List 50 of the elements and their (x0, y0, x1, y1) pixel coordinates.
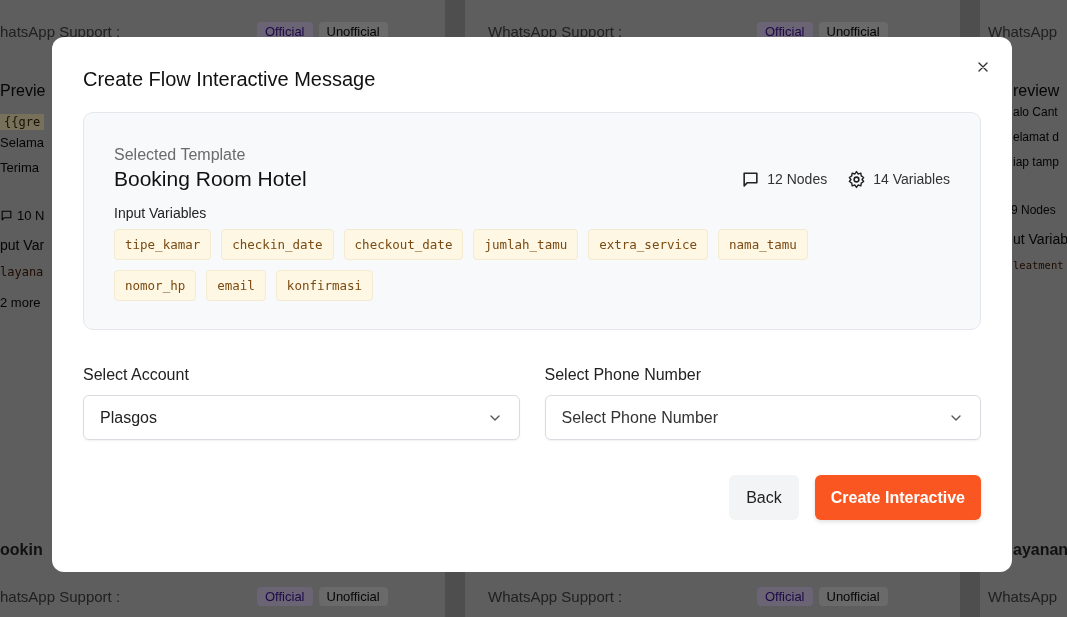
variable-tag: konfirmasi (275, 270, 374, 301)
card-title: ookin (0, 541, 43, 559)
variable-tag: jumlah_tamu (473, 229, 579, 260)
select-field[interactable]: Select Phone Number (544, 395, 981, 440)
gear-icon (847, 169, 867, 189)
code-text: {{gre (0, 114, 45, 130)
support-label: WhatsApp Support : (488, 22, 624, 40)
preview-text: Selama (0, 134, 45, 152)
chat-icon (0, 209, 13, 222)
variable-tag: tipe_kamar (114, 229, 212, 260)
card-title: ayanan (1013, 541, 1067, 559)
section-label: ut Variab (1013, 231, 1067, 247)
support-label: hatsApp Support : (0, 22, 122, 40)
chat-icon (741, 169, 761, 189)
variable-tag: extra_service (588, 229, 709, 260)
variable-tag: email (206, 270, 266, 301)
section-heading: Previe (0, 82, 46, 100)
stat-text: 12 Nodes (767, 171, 828, 187)
preview-text: elamat d (1013, 129, 1060, 146)
variable-tag: layana (0, 265, 44, 279)
stat-text: 14 Variables (873, 171, 950, 187)
preview-text: iap tamp (1013, 154, 1060, 171)
nodes-count: 9 Nodes (1011, 203, 1056, 217)
support-label: WhatsApp (988, 22, 1059, 40)
type-tag: Official (257, 586, 313, 606)
select-field[interactable]: Plasgos (83, 395, 520, 440)
variable-tag: checkout_date (343, 229, 464, 260)
card-caption: Selected Template (114, 146, 247, 164)
field-label: Select Account (83, 366, 190, 384)
variable-tag: nomor_hp (114, 270, 197, 301)
variable-tag: leatment (1013, 259, 1064, 271)
more-text: 2 more (0, 295, 41, 310)
section-label: Input Variables (114, 205, 208, 221)
variable-tag: nama_tamu (718, 229, 808, 260)
section-label: put Var (0, 237, 45, 253)
type-tag: Unofficial (318, 586, 388, 606)
variable-tag: checkin_date (221, 229, 334, 260)
type-tag: Unofficial (818, 586, 888, 606)
type-tag: Official (757, 586, 813, 606)
preview-text: Terima (0, 159, 39, 177)
back-button[interactable]: Back (729, 475, 799, 520)
nodes-count: 10 N (17, 208, 45, 223)
section-heading: review (1013, 82, 1060, 100)
support-label: hatsApp Support : (0, 587, 122, 605)
template-name: Booking Room Hotel (114, 167, 307, 191)
field-label: Select Phone Number (544, 366, 703, 384)
support-label: WhatsApp (988, 587, 1059, 605)
dialog-title: Create Flow Interactive Message (83, 67, 376, 91)
preview-text: alo Cant (1013, 104, 1058, 121)
support-label: WhatsApp Support : (488, 587, 624, 605)
